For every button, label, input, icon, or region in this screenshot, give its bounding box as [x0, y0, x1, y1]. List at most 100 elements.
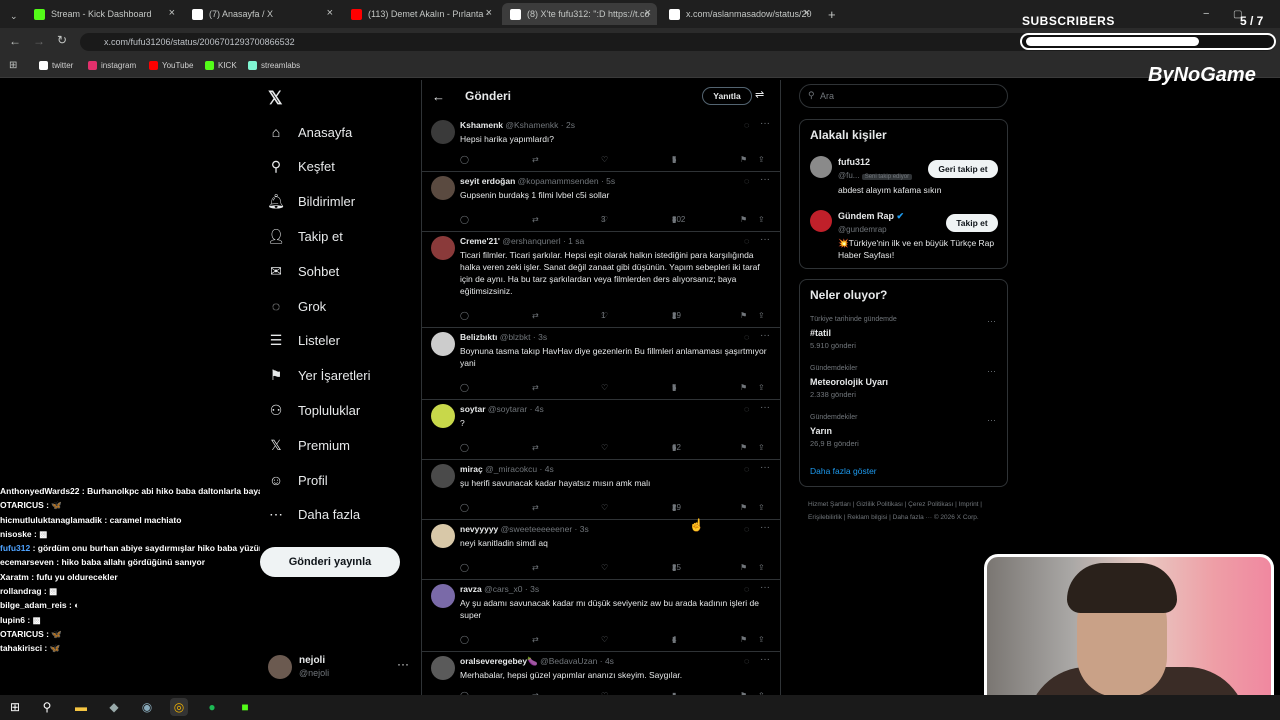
- more-icon[interactable]: ···: [987, 415, 996, 425]
- tab-youtube[interactable]: (113) Demet Akalın - Pırlanta - ×: [343, 3, 498, 25]
- more-icon[interactable]: ···: [987, 316, 996, 326]
- close-icon[interactable]: ×: [804, 7, 810, 19]
- tab-kick[interactable]: Stream - Kick Dashboard ×: [26, 3, 181, 25]
- repost-icon[interactable]: ⇄: [532, 155, 539, 164]
- more-icon[interactable]: ···: [397, 657, 409, 671]
- share-icon[interactable]: ⇪: [758, 383, 765, 392]
- post-author[interactable]: Kshamenk: [460, 120, 503, 130]
- share-icon[interactable]: ⇪: [758, 503, 765, 512]
- sidebar-item-bildirimler[interactable]: 🔔︎ Bildirimler: [267, 193, 355, 210]
- bookmark-icon[interactable]: ⚑: [740, 563, 747, 572]
- post[interactable]: Belizbıktı @blzbkt · 3s ◌ ··· Boynuna tasma…: [422, 328, 780, 400]
- chat-username[interactable]: Xaratm: [0, 572, 29, 582]
- tab-search-button[interactable]: ⌄: [2, 5, 22, 27]
- post-handle[interactable]: @soytarar: [488, 404, 527, 414]
- post[interactable]: oralseveregebey🍆 @BedavaUzan · 4s ◌ ··· Mer…: [422, 652, 780, 695]
- more-icon[interactable]: ···: [987, 366, 996, 376]
- repost-icon[interactable]: ⇄: [532, 503, 539, 512]
- close-icon[interactable]: ×: [645, 7, 651, 19]
- share-icon[interactable]: ⇪: [758, 215, 765, 224]
- more-icon[interactable]: ···: [760, 330, 770, 341]
- reply-icon[interactable]: ◯: [460, 155, 469, 164]
- reply-icon[interactable]: ◯: [460, 215, 469, 224]
- bookmark-icon[interactable]: ⚑: [740, 503, 747, 512]
- post-handle[interactable]: @sweeteeeeeener: [501, 524, 572, 534]
- back-icon[interactable]: ←: [9, 34, 21, 48]
- reply-icon[interactable]: ◯: [460, 635, 469, 644]
- repost-icon[interactable]: ⇄: [532, 563, 539, 572]
- post[interactable]: ravza @cars_x0 · 3s ◌ ··· Ay şu adamı savun…: [422, 580, 780, 652]
- post-author[interactable]: oralseveregebey🍆: [460, 656, 538, 666]
- more-icon[interactable]: ···: [760, 118, 770, 129]
- bookmark-streamlabs[interactable]: streamlabs: [248, 61, 300, 70]
- post-author[interactable]: Creme'21': [460, 236, 500, 246]
- chat-username[interactable]: OTARICUS: [0, 629, 44, 639]
- chat-username[interactable]: hicmutluluktanaglamadik: [0, 515, 102, 525]
- reload-icon[interactable]: ↻: [57, 33, 67, 47]
- reply-icon[interactable]: ◯: [460, 443, 469, 452]
- post[interactable]: soytar @soytarar · 4s ◌ ···? ◯ ⇄ ♡ ▮ 62 ⚑ ⇪: [422, 400, 780, 460]
- trend-name[interactable]: Yarın: [810, 426, 832, 436]
- app-icon[interactable]: ◆: [105, 698, 123, 716]
- post-time[interactable]: 3s: [530, 584, 539, 594]
- sidebar-item-keşfet[interactable]: ⚲ Keşfet: [268, 158, 335, 175]
- follow-back-button[interactable]: Geri takip et: [928, 160, 998, 178]
- share-icon[interactable]: ⇪: [758, 155, 765, 164]
- sidebar-item-premium[interactable]: 𝕏 Premium: [268, 437, 350, 453]
- sidebar-item-listeler[interactable]: ☰ Listeler: [268, 332, 340, 349]
- file-explorer-icon[interactable]: ▬: [72, 698, 90, 716]
- chat-username[interactable]: bilge_adam_reis: [0, 600, 67, 610]
- bookmark-instagram[interactable]: instagram: [88, 61, 136, 70]
- bookmark-icon[interactable]: ⚑: [740, 155, 747, 164]
- forward-icon[interactable]: →: [33, 34, 45, 48]
- tab-x-status-active[interactable]: (8) X'te fufu312: ":D https://t.co ×: [502, 3, 657, 25]
- post-handle[interactable]: @_miracokcu: [485, 464, 537, 474]
- more-icon[interactable]: ···: [760, 174, 770, 185]
- more-icon[interactable]: ···: [760, 462, 770, 473]
- chat-username[interactable]: nisoske: [0, 529, 32, 539]
- avatar[interactable]: [431, 120, 455, 144]
- x-logo-icon[interactable]: 𝕏: [268, 88, 283, 109]
- grok-icon[interactable]: ◌: [744, 656, 749, 666]
- avatar[interactable]: [431, 464, 455, 488]
- reply-icon[interactable]: ◯: [460, 563, 469, 572]
- grok-icon[interactable]: ◌: [744, 120, 749, 130]
- avatar[interactable]: [431, 404, 455, 428]
- more-icon[interactable]: ···: [760, 582, 770, 593]
- share-icon[interactable]: ⇪: [758, 443, 765, 452]
- post-button[interactable]: Gönderi yayınla: [260, 547, 400, 577]
- close-icon[interactable]: ×: [486, 7, 492, 19]
- reply-icon[interactable]: ◯: [460, 383, 469, 392]
- tab-x-home[interactable]: (7) Anasayfa / X ×: [184, 3, 339, 25]
- back-arrow-icon[interactable]: ←: [432, 89, 445, 104]
- post-handle[interactable]: @blzbkt: [500, 332, 531, 342]
- avatar[interactable]: [810, 210, 832, 232]
- bookmark-icon[interactable]: ⚑: [740, 383, 747, 392]
- post[interactable]: Kshamenk @Kshamenkk · 2s ◌ ··· Hepsi harika…: [422, 116, 780, 172]
- post-time[interactable]: 4s: [535, 404, 544, 414]
- bookmark-icon[interactable]: ⚑: [740, 635, 747, 644]
- new-tab-button[interactable]: +: [820, 3, 836, 25]
- sidebar-item-profil[interactable]: ☺ Profil: [268, 472, 328, 488]
- chat-username[interactable]: rollandrag: [0, 586, 42, 596]
- post-author[interactable]: seyit erdoğan: [460, 176, 515, 186]
- chat-username[interactable]: OTARICUS: [0, 500, 44, 510]
- post-time[interactable]: 3s: [538, 332, 547, 342]
- close-icon[interactable]: ×: [327, 7, 333, 19]
- reply-button[interactable]: Yanıtla: [702, 87, 752, 105]
- grok-icon[interactable]: ◌: [744, 332, 749, 342]
- avatar[interactable]: [431, 332, 455, 356]
- windows-start-icon[interactable]: ⊞: [6, 698, 24, 716]
- search-input[interactable]: ⚲ Ara: [799, 84, 1008, 108]
- post-time[interactable]: 5s: [606, 176, 615, 186]
- post[interactable]: seyit erdoğan @kopamammsenden · 5s ◌ ··· Gu…: [422, 172, 780, 232]
- post-author[interactable]: nevyyyyy: [460, 524, 498, 534]
- post-time[interactable]: 2s: [566, 120, 575, 130]
- person-name[interactable]: fufu312: [838, 157, 870, 167]
- follow-button[interactable]: Takip et: [946, 214, 998, 232]
- sidebar-item-yer-i-şaretleri[interactable]: ⚑ Yer İşaretleri: [268, 367, 371, 384]
- post[interactable]: Creme'21' @ershanqunerl · 1 sa ◌ ··· Ticari…: [422, 232, 780, 328]
- post-author[interactable]: miraç: [460, 464, 483, 474]
- grok-icon[interactable]: ◌: [744, 584, 749, 594]
- more-icon[interactable]: ···: [760, 402, 770, 413]
